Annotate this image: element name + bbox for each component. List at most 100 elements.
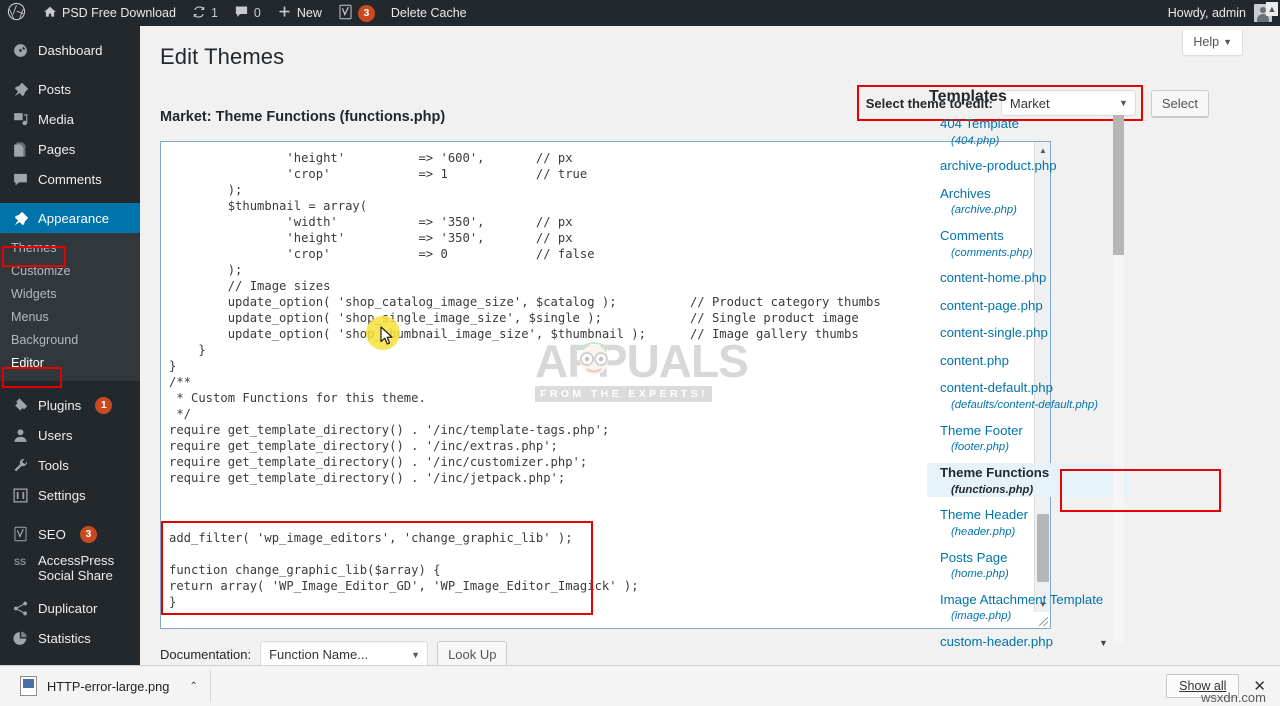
template-name: 404 Template xyxy=(940,116,1019,131)
page-scroll-up-arrow[interactable]: ▲ xyxy=(1266,2,1278,16)
highlighted-code-block[interactable]: add_filter( 'wp_image_editors', 'change_… xyxy=(169,530,639,610)
new-content-button[interactable]: New xyxy=(269,0,330,26)
sidebar-subitem-background[interactable]: Background xyxy=(0,329,140,352)
pin-icon xyxy=(11,80,29,98)
documentation-select[interactable]: Function Name... ▼ xyxy=(260,641,428,668)
template-item-image-attachment[interactable]: Image Attachment Template (image.php) xyxy=(927,590,1127,624)
templates-scroll-down-icon[interactable]: ▼ xyxy=(1099,638,1108,648)
sidebar-item-accesspress-social-share[interactable]: SS AccessPress Social Share xyxy=(0,549,140,593)
template-file: (functions.php) xyxy=(940,484,1127,498)
sidebar-item-label: Statistics xyxy=(38,631,91,646)
template-item-custom-header[interactable]: custom-header.php xyxy=(927,632,1127,652)
sidebar-item-statistics[interactable]: Statistics xyxy=(0,623,140,653)
appearance-submenu: Themes Customize Widgets Menus Backgroun… xyxy=(0,233,140,381)
sidebar-item-media[interactable]: Media xyxy=(0,104,140,134)
sidebar-subitem-themes[interactable]: Themes xyxy=(0,237,140,260)
sidebar-item-seo[interactable]: SEO 3 xyxy=(0,519,140,549)
editor-scroll-area[interactable]: 'height' => '600', // px 'crop' => 1 // … xyxy=(161,142,1035,628)
template-item-content[interactable]: content.php xyxy=(927,351,1127,371)
template-name: Theme Header xyxy=(940,507,1028,522)
updates-icon xyxy=(192,5,206,22)
sidebar-subitem-menus[interactable]: Menus xyxy=(0,306,140,329)
template-file: (defaults/content-default.php) xyxy=(940,399,1127,413)
home-icon xyxy=(43,5,57,22)
template-item-theme-footer[interactable]: Theme Footer (footer.php) xyxy=(927,421,1127,455)
paintbrush-icon xyxy=(11,209,29,227)
template-item-theme-header[interactable]: Theme Header (header.php) xyxy=(927,505,1127,539)
sidebar-item-label: Posts xyxy=(38,82,71,97)
sidebar-item-tools[interactable]: Tools xyxy=(0,450,140,480)
template-name: custom-header.php xyxy=(940,634,1053,649)
site-name-button[interactable]: PSD Free Download xyxy=(35,0,184,26)
template-item-archive-product[interactable]: archive-product.php xyxy=(927,156,1127,176)
sidebar-subitem-customize[interactable]: Customize xyxy=(0,260,140,283)
sidebar-item-label: Appearance xyxy=(38,211,109,226)
sidebar-item-comments[interactable]: Comments xyxy=(0,164,140,194)
delete-cache-button[interactable]: Delete Cache xyxy=(383,0,475,26)
look-up-button[interactable]: Look Up xyxy=(437,641,507,668)
template-item-archives[interactable]: Archives (archive.php) xyxy=(927,184,1127,218)
updates-button[interactable]: 1 xyxy=(184,0,226,26)
browser-download-bar: HTTP-error-large.png ⌃ Show all ✕ wsxdn.… xyxy=(0,665,1280,706)
documentation-value: Function Name... xyxy=(269,647,368,662)
chevron-up-icon[interactable]: ⌃ xyxy=(189,681,197,692)
sidebar-subitem-widgets[interactable]: Widgets xyxy=(0,283,140,306)
templates-heading: Templates xyxy=(927,88,1127,106)
seo-adminbar-button[interactable]: 3 xyxy=(330,0,383,26)
template-item-content-default[interactable]: content-default.php (defaults/content-de… xyxy=(927,378,1127,412)
template-item-theme-functions[interactable]: Theme Functions (functions.php) xyxy=(927,463,1127,497)
template-item-content-single[interactable]: content-single.php xyxy=(927,323,1127,343)
sidebar-item-label: Pages xyxy=(38,142,75,157)
sidebar-item-duplicator[interactable]: Duplicator xyxy=(0,593,140,623)
template-name: Theme Footer xyxy=(940,423,1023,438)
my-account-menu[interactable]: Howdy, admin xyxy=(1168,4,1280,22)
wordpress-logo-icon xyxy=(7,2,26,24)
template-name: content.php xyxy=(940,353,1009,368)
template-name: content-home.php xyxy=(940,270,1046,285)
templates-scrollbar[interactable] xyxy=(1113,115,1124,644)
sidebar-item-dashboard[interactable]: Dashboard xyxy=(0,35,140,65)
sidebar-item-label: AccessPress Social Share xyxy=(38,553,136,583)
seo-adminbar-badge: 3 xyxy=(358,5,375,22)
template-file: (header.php) xyxy=(940,526,1127,540)
sidebar-item-label: Users xyxy=(38,428,72,443)
sidebar-subitem-editor[interactable]: Editor xyxy=(0,352,140,375)
ss-icon: SS xyxy=(11,553,29,571)
comment-icon xyxy=(11,170,29,188)
documentation-row: Documentation: Function Name... ▼ Look U… xyxy=(160,641,507,668)
pages-icon xyxy=(11,140,29,158)
sidebar-item-appearance[interactable]: Appearance xyxy=(0,203,140,233)
select-theme-button[interactable]: Select xyxy=(1151,90,1209,117)
download-item[interactable]: HTTP-error-large.png ⌃ xyxy=(14,670,211,702)
template-file: (footer.php) xyxy=(940,441,1127,455)
comments-button[interactable]: 0 xyxy=(226,0,269,26)
sidebar-item-label: Comments xyxy=(38,172,102,187)
sidebar-item-settings[interactable]: Settings xyxy=(0,480,140,510)
template-item-404[interactable]: 404 Template (404.php) xyxy=(927,114,1127,148)
wp-admin-bar: PSD Free Download 1 0 xyxy=(0,0,1280,26)
sidebar-item-pages[interactable]: Pages xyxy=(0,134,140,164)
templates-scrollbar-thumb[interactable] xyxy=(1113,115,1124,255)
template-file: (comments.php) xyxy=(940,247,1127,261)
seo-notification-badge: 3 xyxy=(80,526,97,543)
theme-file-editor[interactable]: 'height' => '600', // px 'crop' => 1 // … xyxy=(160,141,1051,629)
sidebar-item-posts[interactable]: Posts xyxy=(0,74,140,104)
plugins-update-badge: 1 xyxy=(95,397,112,414)
chevron-down-icon: ▼ xyxy=(411,650,420,660)
template-file: (home.php) xyxy=(940,568,1127,582)
template-item-posts-page[interactable]: Posts Page (home.php) xyxy=(927,548,1127,582)
template-item-comments[interactable]: Comments (comments.php) xyxy=(927,226,1127,260)
users-icon xyxy=(11,426,29,444)
wordpress-logo-button[interactable] xyxy=(0,0,35,26)
media-icon xyxy=(11,110,29,128)
sidebar-item-plugins[interactable]: Plugins 1 xyxy=(0,390,140,420)
template-item-content-home[interactable]: content-home.php xyxy=(927,268,1127,288)
help-toggle-button[interactable]: Help▼ xyxy=(1182,30,1243,56)
sidebar-item-users[interactable]: Users xyxy=(0,420,140,450)
download-file-name: HTTP-error-large.png xyxy=(47,679,169,694)
comments-count: 0 xyxy=(254,6,261,20)
template-name: content-single.php xyxy=(940,325,1048,340)
template-name: Theme Functions xyxy=(940,465,1049,480)
template-item-content-page[interactable]: content-page.php xyxy=(927,296,1127,316)
code-textarea[interactable]: 'height' => '600', // px 'crop' => 1 // … xyxy=(161,142,1035,486)
